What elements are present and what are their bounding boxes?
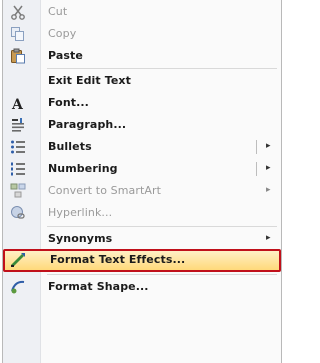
menu-item-synonyms[interactable]: Synonyms ▸ xyxy=(3,228,281,250)
menu-item-label: Paragraph... xyxy=(48,118,127,131)
menu-item-copy[interactable]: Copy xyxy=(3,23,281,45)
menu-item-label: Format Text Effects... xyxy=(50,253,186,266)
menu-item-hyperlink[interactable]: Hyperlink... xyxy=(3,202,281,224)
submenu-arrow-icon[interactable]: ▸ xyxy=(266,163,271,173)
scissors-icon xyxy=(10,4,26,20)
bullets-icon xyxy=(10,139,26,155)
split-divider xyxy=(256,140,257,154)
menu-item-label: Synonyms xyxy=(48,232,113,245)
menu-item-paragraph[interactable]: Paragraph... xyxy=(3,114,281,136)
menu-item-paste[interactable]: Paste xyxy=(3,45,281,67)
menu-item-label: Exit Edit Text xyxy=(48,74,131,87)
smartart-icon xyxy=(10,183,26,199)
menu-item-cut[interactable]: Cut xyxy=(3,1,281,23)
menu-item-label: Numbering xyxy=(48,162,118,175)
menu-item-label: Paste xyxy=(48,49,83,62)
menu-item-label: Copy xyxy=(48,27,77,40)
format-shape-icon xyxy=(10,279,26,295)
numbering-icon xyxy=(10,161,26,177)
menu-item-exit-edit-text[interactable]: Exit Edit Text xyxy=(3,70,281,92)
menu-item-label: Bullets xyxy=(48,140,92,153)
context-menu: Cut Copy Paste Exit Edit Text A Font... … xyxy=(2,0,282,363)
menu-item-label: Cut xyxy=(48,5,68,18)
menu-item-format-text-effects[interactable]: Format Text Effects... xyxy=(3,249,281,272)
submenu-arrow-icon[interactable]: ▸ xyxy=(266,141,271,151)
menu-separator xyxy=(47,226,277,227)
submenu-arrow-icon[interactable]: ▸ xyxy=(266,185,271,195)
paragraph-icon xyxy=(10,117,26,133)
menu-item-format-shape[interactable]: Format Shape... xyxy=(3,276,281,298)
menu-item-font[interactable]: A Font... xyxy=(3,92,281,114)
hyperlink-icon xyxy=(10,205,26,221)
menu-separator xyxy=(47,68,277,69)
menu-separator xyxy=(47,274,277,275)
split-divider xyxy=(256,162,257,176)
menu-item-label: Hyperlink... xyxy=(48,206,113,219)
menu-item-bullets[interactable]: Bullets ▸ xyxy=(3,136,281,158)
svg-text:A: A xyxy=(11,97,24,111)
menu-item-numbering[interactable]: Numbering ▸ xyxy=(3,158,281,180)
paste-icon xyxy=(10,48,26,64)
menu-item-label: Convert to SmartArt xyxy=(48,184,162,197)
text-effects-icon xyxy=(10,252,26,268)
menu-item-label: Font... xyxy=(48,96,89,109)
copy-icon xyxy=(10,26,26,42)
menu-item-label: Format Shape... xyxy=(48,280,149,293)
font-icon: A xyxy=(10,95,26,113)
submenu-arrow-icon[interactable]: ▸ xyxy=(266,233,271,243)
menu-item-convert-to-smartart[interactable]: Convert to SmartArt ▸ xyxy=(3,180,281,202)
